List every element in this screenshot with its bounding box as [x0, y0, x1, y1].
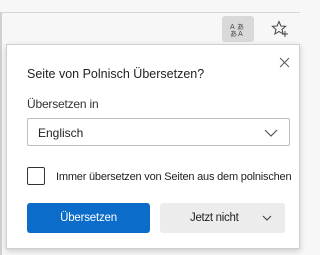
translate-icon: A あ あ A	[230, 23, 244, 37]
add-favorite-button[interactable]	[266, 16, 294, 42]
chevron-down-icon[interactable]	[262, 214, 272, 222]
translate-confirm-button[interactable]: Übersetzen	[27, 203, 150, 233]
selected-language: Englisch	[38, 126, 84, 140]
not-now-button[interactable]: Jetzt nicht	[160, 203, 285, 233]
not-now-label: Jetzt nicht	[190, 212, 239, 224]
target-language-label: Übersetzen in	[27, 97, 99, 111]
popup-title: Seite von Polnisch Übersetzen?	[27, 67, 205, 81]
toolbar-divider	[0, 12, 300, 13]
svg-text:A: A	[238, 30, 243, 37]
close-icon	[279, 57, 289, 67]
target-language-select[interactable]: Englisch	[27, 118, 290, 146]
always-translate-label: Immer übersetzen von Seiten aus dem poln…	[56, 171, 292, 183]
translate-button[interactable]: A あ あ A	[222, 16, 254, 42]
browser-toolbar: A あ あ A	[0, 0, 300, 48]
svg-text:あ: あ	[230, 30, 237, 37]
always-translate-checkbox[interactable]	[27, 167, 45, 185]
translate-popup: Seite von Polnisch Übersetzen? Übersetze…	[6, 44, 300, 249]
favorite-star-add-icon	[271, 20, 288, 37]
chevron-down-icon	[264, 129, 278, 137]
close-button[interactable]	[275, 53, 293, 71]
page-edge	[0, 12, 2, 255]
